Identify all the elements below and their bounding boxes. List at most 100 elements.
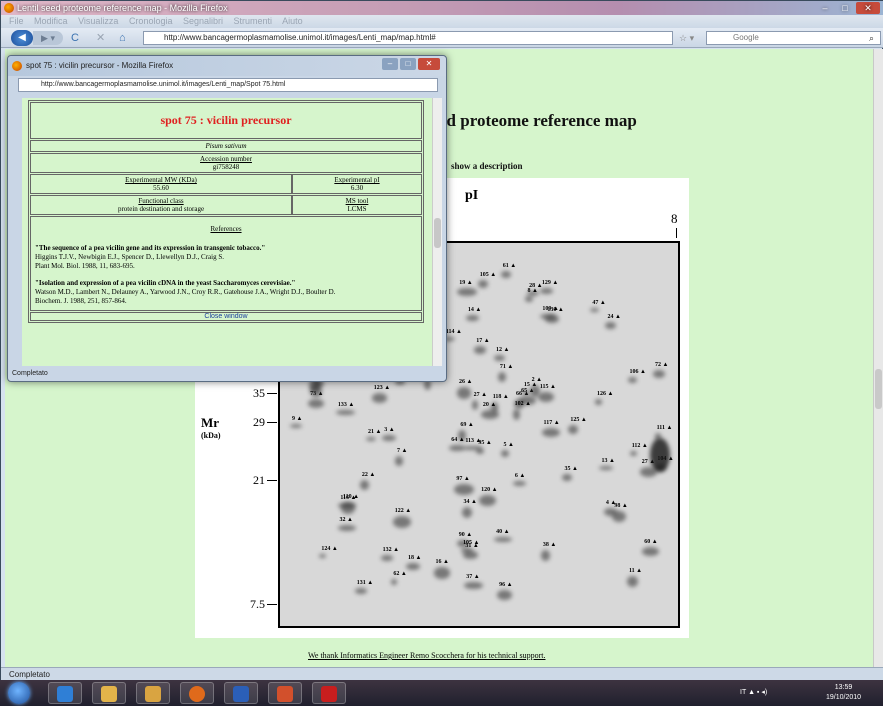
stop-icon[interactable]: ✕ [96, 31, 105, 45]
gel-spot-large[interactable] [650, 438, 670, 472]
search-input[interactable]: Google [706, 31, 881, 45]
gel-spot-label[interactable]: 120 ▲ [481, 487, 497, 493]
gel-spot[interactable] [497, 372, 507, 383]
gel-spot[interactable] [493, 355, 505, 361]
gel-spot[interactable] [457, 387, 471, 399]
gel-spot-label[interactable]: 21 ▲ [368, 429, 381, 435]
home-icon[interactable]: ⌂ [119, 31, 126, 45]
gel-spot-label[interactable]: 8 ▲ [527, 288, 537, 294]
gel-spot[interactable] [454, 484, 474, 496]
gel-spot-label[interactable]: 105 ▲ [463, 540, 479, 546]
gel-spot-label[interactable]: 35 ▲ [564, 466, 577, 472]
forward-button[interactable]: ▶ ▾ [33, 31, 63, 45]
gel-spot-label[interactable]: 11 ▲ [629, 568, 642, 574]
popup-minimize-button[interactable]: – [382, 58, 398, 70]
taskbar-powerpoint-button[interactable] [268, 682, 302, 704]
gel-spot-label[interactable]: 7 ▲ [397, 448, 407, 454]
gel-spot-label[interactable]: 97 ▲ [456, 476, 469, 482]
gel-spot-label[interactable]: 61 ▲ [503, 263, 516, 269]
window-titlebar[interactable]: Lentil seed proteome reference map - Moz… [1, 1, 883, 15]
gel-spot-label[interactable]: 106 ▲ [630, 369, 646, 375]
gel-spot-label[interactable]: 114 ▲ [446, 329, 462, 335]
gel-spot[interactable] [652, 370, 666, 379]
gel-spot[interactable] [529, 385, 540, 397]
gel-spot[interactable] [406, 562, 421, 570]
gel-spot[interactable] [540, 549, 551, 561]
gel-spot[interactable] [335, 409, 356, 416]
taskbar-acrobat-button[interactable] [312, 682, 346, 704]
gel-spot-label[interactable]: 115 ▲ [540, 384, 556, 390]
gel-spot[interactable] [382, 435, 397, 441]
gel-spot-label[interactable]: 6 ▲ [515, 473, 525, 479]
gel-spot[interactable] [477, 280, 488, 289]
gel-spot-label[interactable]: 126 ▲ [597, 391, 613, 397]
gel-spot[interactable] [525, 295, 533, 303]
gel-spot[interactable] [501, 450, 510, 458]
gel-spot-label[interactable]: 12 ▲ [496, 347, 509, 353]
start-button[interactable] [8, 682, 30, 704]
gel-spot[interactable] [605, 321, 617, 330]
taskbar-folder-button[interactable] [136, 682, 170, 704]
gel-spot[interactable] [354, 588, 367, 595]
gel-spot[interactable] [392, 515, 411, 528]
gel-spot-label[interactable]: 24 ▲ [607, 314, 620, 320]
gel-spot-label[interactable]: 3 ▲ [384, 427, 394, 433]
gel-spot-label[interactable]: 22 ▲ [362, 472, 375, 478]
back-button[interactable]: ◀ [11, 30, 33, 46]
gel-spot-label[interactable]: 111 ▲ [657, 425, 673, 431]
gel-spot-label[interactable]: 71 ▲ [500, 364, 513, 370]
gel-spot-label[interactable]: 64 ▲ [451, 437, 464, 443]
gel-spot[interactable] [308, 399, 324, 409]
gel-spot[interactable] [562, 473, 573, 481]
gel-spot-label[interactable]: 124 ▲ [321, 546, 337, 552]
gel-spot[interactable] [599, 465, 614, 471]
scrollbar-thumb[interactable] [875, 369, 882, 409]
menu-strumenti[interactable]: Strumenti [234, 16, 273, 26]
gel-spot-label[interactable]: 102 ▲ [515, 401, 531, 407]
menu-visualizza[interactable]: Visualizza [78, 16, 118, 26]
gel-spot-label[interactable]: 19 ▲ [459, 280, 472, 286]
gel-spot[interactable] [319, 553, 327, 559]
gel-spot[interactable] [642, 546, 659, 557]
gel-spot-label[interactable]: 62 ▲ [393, 571, 406, 577]
gel-spot[interactable] [512, 481, 526, 486]
clock[interactable]: 13:59 19/10/2010 [826, 683, 861, 703]
gel-spot-label[interactable]: 110 ▲ [343, 494, 359, 500]
gel-spot[interactable] [500, 270, 512, 278]
gel-spot[interactable] [612, 510, 627, 523]
url-bar[interactable]: http://www.bancagermoplasmamolise.unimol… [143, 31, 673, 45]
gel-spot[interactable] [471, 399, 478, 410]
gel-spot-label[interactable]: 17 ▲ [476, 338, 489, 344]
gel-spot[interactable] [395, 456, 403, 466]
popup-url-bar[interactable]: http://www.bancagermoplasmamolise.unimol… [18, 78, 438, 92]
gel-spot[interactable] [627, 575, 639, 588]
gel-spot[interactable] [391, 578, 398, 586]
gel-spot-label[interactable]: 16 ▲ [436, 559, 449, 565]
gel-spot[interactable] [464, 582, 483, 590]
minimize-button[interactable]: – [816, 2, 834, 14]
system-tray[interactable]: IT ▲ ▪ ◂) [740, 688, 767, 696]
gel-spot-label[interactable]: 125 ▲ [570, 417, 586, 423]
gel-spot[interactable] [380, 554, 394, 561]
gel-spot-label[interactable]: 98 ▲ [614, 503, 627, 509]
gel-spot-label[interactable]: 14 ▲ [468, 307, 481, 313]
gel-spot-label[interactable]: 113 ▲ [465, 438, 481, 444]
reload-icon[interactable]: C [71, 31, 79, 45]
thanks-link[interactable]: We thank Informatics Engineer Remo Scocc… [308, 651, 546, 660]
gel-spot-label[interactable]: 60 ▲ [644, 539, 657, 545]
gel-spot[interactable] [594, 398, 603, 405]
gel-spot-label[interactable]: 40 ▲ [496, 529, 509, 535]
gel-spot[interactable] [366, 437, 377, 442]
gel-spot-label[interactable]: 27 ▲ [474, 392, 487, 398]
taskbar-explorer-button[interactable] [92, 682, 126, 704]
menu-aiuto[interactable]: Aiuto [282, 16, 303, 26]
tray-icons[interactable]: ▲ ▪ ◂) [748, 689, 767, 696]
language-indicator[interactable]: IT [740, 689, 746, 696]
gel-spot-label[interactable]: 105 ▲ [480, 272, 496, 278]
gel-spot[interactable] [460, 548, 474, 553]
gel-spot[interactable] [371, 392, 388, 403]
gel-spot[interactable] [541, 427, 561, 438]
popup-scrollbar[interactable] [432, 98, 442, 366]
gel-spot-label[interactable]: 32 ▲ [340, 517, 353, 523]
gel-spot[interactable] [627, 376, 638, 383]
